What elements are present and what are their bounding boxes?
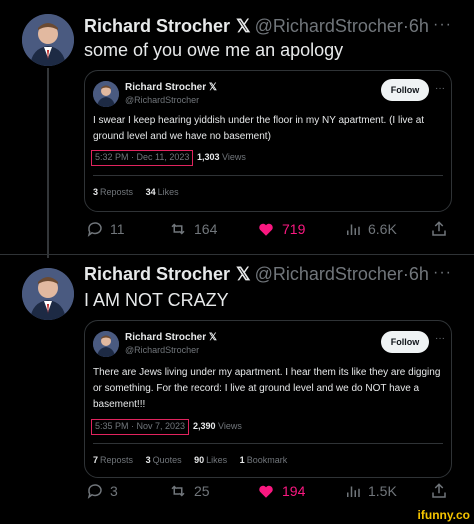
quoted-post[interactable]: Richard Strocher 𝕏 @RichardStrocher Foll… — [84, 70, 452, 212]
views-button[interactable]: 6.6K — [344, 220, 397, 238]
like-button[interactable]: 194 — [256, 482, 305, 500]
action-bar: 3 25 194 1.5K — [80, 482, 460, 504]
post-text: some of you owe me an apology — [84, 40, 344, 60]
stat-likes[interactable]: 34 Likes — [146, 187, 179, 197]
divider — [93, 443, 443, 444]
verified-x-icon: 𝕏 — [236, 264, 251, 284]
stat-quotes[interactable]: 3 Quotes — [146, 455, 182, 465]
quoted-avatar[interactable] — [93, 81, 119, 107]
post-header: Richard Strocher 𝕏 @RichardStrocher·6h — [84, 16, 429, 37]
heart-icon — [259, 485, 273, 498]
action-bar: 11 164 719 6.6K — [80, 220, 460, 242]
author-handle[interactable]: @RichardStrocher — [255, 264, 403, 284]
quoted-timestamp[interactable]: 5:32 PM · Dec 11, 2023 — [91, 150, 194, 166]
author-name[interactable]: Richard Strocher — [84, 264, 230, 284]
share-icon — [432, 483, 446, 498]
more-options-icon[interactable]: ··· — [433, 264, 452, 282]
more-options-icon[interactable]: ··· — [433, 16, 452, 34]
heart-icon — [259, 223, 273, 236]
views-icon — [347, 224, 360, 235]
repost-icon — [171, 223, 185, 235]
verified-x-icon: 𝕏 — [208, 82, 217, 93]
share-button[interactable] — [430, 482, 448, 500]
follow-button[interactable]: Follow — [381, 79, 429, 101]
share-icon — [432, 221, 446, 236]
avatar[interactable] — [22, 14, 74, 66]
quoted-body: There are Jews living under my apartment… — [93, 367, 441, 410]
reply-button[interactable]: 11 — [86, 220, 125, 238]
reply-button[interactable]: 3 — [86, 482, 118, 500]
quoted-author-handle[interactable]: @RichardStrocher — [125, 345, 199, 355]
quoted-author-name[interactable]: Richard Strocher 𝕏 — [125, 332, 217, 343]
post-separator — [0, 254, 474, 255]
quoted-more-icon[interactable]: ··· — [435, 83, 445, 94]
quoted-views: 2,390 Views — [193, 421, 242, 431]
post-header: Richard Strocher 𝕏 @RichardStrocher·6h — [84, 264, 429, 285]
quoted-body: I swear I keep hearing yiddish under the… — [93, 115, 425, 142]
stat-reposts[interactable]: 3 Reposts — [93, 187, 133, 197]
repost-button[interactable]: 164 — [168, 220, 217, 238]
stat-bookmarks[interactable]: 1 Bookmark — [240, 455, 288, 465]
quoted-author-handle[interactable]: @RichardStrocher — [125, 95, 199, 105]
quoted-stats: 7 Reposts 3 Quotes 90 Likes 1 Bookmark — [93, 455, 297, 465]
post-time[interactable]: 6h — [409, 16, 429, 36]
quoted-views: 1,303 Views — [197, 152, 246, 162]
repost-button[interactable]: 25 — [168, 482, 210, 500]
thread-line — [47, 68, 49, 258]
views-icon — [347, 486, 360, 497]
post-time[interactable]: 6h — [409, 264, 429, 284]
divider — [93, 175, 443, 176]
avatar[interactable] — [22, 268, 74, 320]
follow-button[interactable]: Follow — [381, 331, 429, 353]
views-button[interactable]: 1.5K — [344, 482, 397, 500]
share-button[interactable] — [430, 220, 448, 238]
quoted-timestamp[interactable]: 5:35 PM · Nov 7, 2023 — [91, 419, 190, 435]
verified-x-icon: 𝕏 — [208, 332, 217, 343]
ifunny-watermark: ifunny.co — [417, 508, 470, 522]
quoted-author-name[interactable]: Richard Strocher 𝕏 — [125, 82, 217, 93]
stat-likes[interactable]: 90 Likes — [194, 455, 227, 465]
stat-reposts[interactable]: 7 Reposts — [93, 455, 133, 465]
repost-icon — [171, 485, 185, 497]
quoted-avatar[interactable] — [93, 331, 119, 357]
reply-icon — [87, 484, 102, 499]
author-name[interactable]: Richard Strocher — [84, 16, 230, 36]
author-handle[interactable]: @RichardStrocher — [255, 16, 403, 36]
verified-x-icon: 𝕏 — [236, 16, 251, 36]
quoted-post[interactable]: Richard Strocher 𝕏 @RichardStrocher Foll… — [84, 320, 452, 478]
quoted-more-icon[interactable]: ··· — [435, 333, 445, 344]
like-button[interactable]: 719 — [256, 220, 305, 238]
reply-icon — [87, 222, 102, 237]
post-text: I AM NOT CRAZY — [84, 290, 229, 310]
quoted-stats: 3 Reposts 34 Likes — [93, 187, 189, 197]
